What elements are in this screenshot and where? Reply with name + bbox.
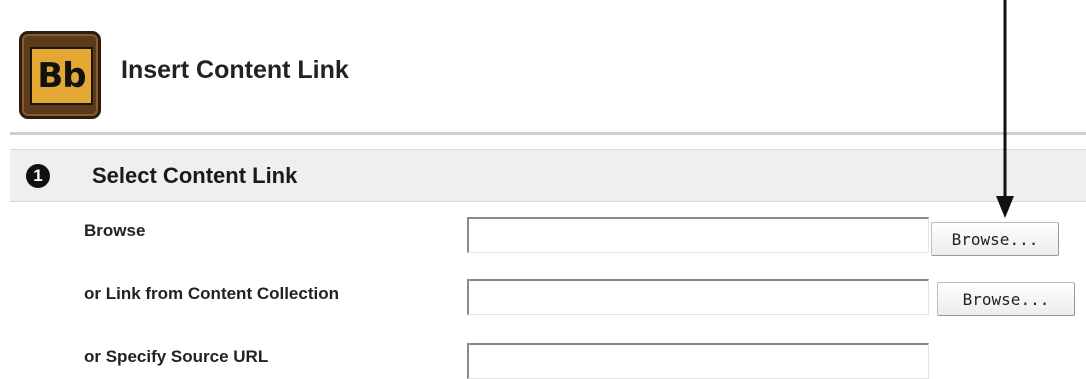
- down-arrow-icon: [996, 0, 1014, 218]
- section-title: Select Content Link: [92, 163, 298, 188]
- collection-browse-button[interactable]: Browse...: [937, 282, 1075, 316]
- browse-label: Browse: [84, 221, 146, 240]
- header-divider: [10, 132, 1086, 135]
- browse-button[interactable]: Browse...: [931, 222, 1059, 256]
- logo-text: Bb: [30, 47, 93, 105]
- browse-field[interactable]: [467, 217, 929, 253]
- url-field[interactable]: [467, 343, 929, 379]
- section-header: 1 Select Content Link: [10, 149, 1086, 202]
- collection-field[interactable]: [467, 279, 929, 315]
- url-label: or Specify Source URL: [84, 347, 269, 366]
- blackboard-logo-icon: Bb: [19, 31, 101, 119]
- collection-label: or Link from Content Collection: [84, 284, 339, 303]
- step-number-icon: 1: [26, 164, 50, 188]
- page-title: Insert Content Link: [121, 56, 349, 84]
